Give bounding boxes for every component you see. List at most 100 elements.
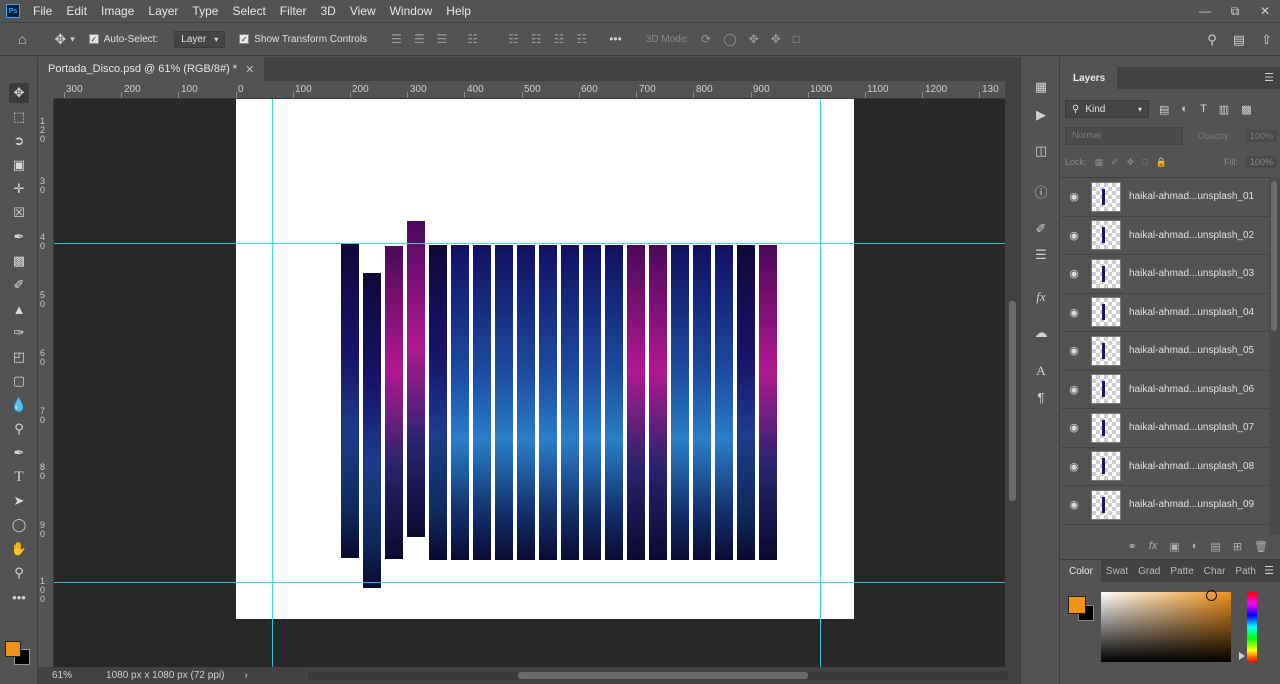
image-strip[interactable] [693,245,711,560]
tab-color[interactable]: Color [1061,560,1101,582]
blend-mode-dropdown[interactable]: Normal [1065,127,1183,145]
auto-select-option[interactable]: ✓ Auto-Select: [88,34,158,45]
move-tool-preset-icon[interactable]: ✥ [54,31,66,48]
image-strip[interactable] [561,245,579,560]
history-brush-tool-icon[interactable]: ✑ [9,323,29,343]
type-tool-icon[interactable]: T [9,467,29,487]
image-strip[interactable] [407,221,425,537]
show-transform-checkbox[interactable]: ✓ [239,34,250,44]
eye-icon[interactable]: ◉ [1061,190,1087,203]
image-strip[interactable] [517,245,535,560]
lock-pixels-icon[interactable]: ✐ [1111,157,1119,168]
guide-horizontal[interactable] [54,582,1005,583]
tab-gradients[interactable]: Grad [1133,560,1165,582]
eyedropper-tool-icon[interactable]: ✒ [9,227,29,247]
move-tool-icon[interactable]: ✥ [9,83,29,103]
image-strip[interactable] [451,245,469,560]
menu-3d[interactable]: 3D [313,0,342,22]
filter-type-icon[interactable]: T [1200,103,1207,116]
image-strip[interactable] [429,245,447,560]
eye-icon[interactable]: ◉ [1061,306,1087,319]
layer-row[interactable]: ◉ haikal-ahmad...unsplash_08 [1061,448,1269,486]
link-layers-icon[interactable]: ⚭ [1128,540,1137,553]
menu-layer[interactable]: Layer [141,0,185,22]
color-panel-foreground-swatch[interactable] [1068,596,1086,614]
vertical-ruler[interactable]: 1 2 0 3 0 4 0 5 0 6 0 7 0 8 0 9 0 1 0 0 [38,99,54,667]
add-mask-icon[interactable]: ▣ [1169,540,1179,553]
play-actions-icon[interactable]: ▶ [1031,105,1051,125]
tab-swatches[interactable]: Swat [1101,560,1133,582]
3d-scale-icon[interactable]: □ [793,32,800,46]
layer-row[interactable]: ◉ haikal-ahmad...unsplash_07 [1061,409,1269,448]
show-transform-option[interactable]: ✓ Show Transform Controls [239,34,367,45]
home-icon[interactable]: ⌂ [18,31,26,47]
stamp-tool-icon[interactable]: ▲ [9,299,29,319]
lasso-tool-icon[interactable]: ➲ [9,131,29,151]
menu-type[interactable]: Type [185,0,225,22]
image-strip[interactable] [671,245,689,560]
chevron-down-icon[interactable]: ▾ [70,34,75,45]
tab-patterns[interactable]: Patte [1165,560,1198,582]
image-strip[interactable] [605,245,623,560]
blur-tool-icon[interactable]: 💧 [9,395,29,415]
image-strip[interactable] [385,246,403,559]
brush-settings-icon[interactable]: ✐ [1031,219,1051,239]
eye-icon[interactable]: ◉ [1061,344,1087,357]
lock-transparency-icon[interactable]: ▦ [1095,157,1104,168]
layer-row[interactable]: ◉ haikal-ahmad...unsplash_04 [1061,294,1269,332]
foreground-color-swatch[interactable] [5,641,21,657]
align-right-icon[interactable]: ☰ [437,32,448,46]
path-select-tool-icon[interactable]: ➤ [9,491,29,511]
close-icon[interactable]: ✕ [245,63,254,76]
dodge-tool-icon[interactable]: ⚲ [9,419,29,439]
fill-value[interactable]: 100% [1245,156,1277,168]
menu-select[interactable]: Select [225,0,272,22]
tab-character[interactable]: Char [1199,560,1231,582]
canvas-area[interactable] [54,99,1005,667]
layer-row[interactable]: ◉ haikal-ahmad...unsplash_03 [1061,255,1269,294]
gradient-tool-icon[interactable]: ▢ [9,371,29,391]
guide-vertical[interactable] [272,99,273,667]
menu-window[interactable]: Window [383,0,440,22]
new-adjustment-icon[interactable]: ◐ [1192,540,1199,552]
adjustments-icon[interactable]: ☰ [1031,245,1051,265]
guide-horizontal[interactable] [54,243,1005,244]
image-strip[interactable] [649,245,667,560]
eye-icon[interactable]: ◉ [1061,498,1087,511]
align-middle-icon[interactable]: ☷ [531,32,542,46]
align-left-icon[interactable]: ☰ [391,32,402,46]
new-group-icon[interactable]: ▤ [1210,540,1220,553]
eye-icon[interactable]: ◉ [1061,460,1087,473]
tab-layers[interactable]: Layers [1061,67,1118,89]
scrollbar-thumb[interactable] [1009,301,1016,501]
tab-paths[interactable]: Path [1230,560,1261,582]
menu-view[interactable]: View [343,0,383,22]
workspace-icon[interactable]: ▤ [1233,32,1245,48]
hand-tool-icon[interactable]: ✋ [9,539,29,559]
search-icon[interactable]: ⚲ [1207,32,1217,48]
filter-adjustment-icon[interactable]: ◐ [1181,103,1188,116]
menu-help[interactable]: Help [439,0,478,22]
image-strip[interactable] [539,245,557,560]
document-tab[interactable]: Portada_Disco.psd @ 61% (RGB/8#) * ✕ [38,57,265,81]
object-select-tool-icon[interactable]: ▣ [9,155,29,175]
artboard[interactable] [236,99,854,619]
crop-tool-icon[interactable]: ✛ [9,179,29,199]
horizontal-ruler[interactable]: 300 200 100 0 100 200 300 400 500 600 70… [54,81,1005,99]
layer-row[interactable]: ◉ haikal-ahmad...unsplash_02 [1061,217,1269,255]
lock-all-icon[interactable]: 🔒 [1156,157,1167,168]
new-layer-icon[interactable]: ⊞ [1233,540,1242,553]
image-strip[interactable] [341,244,359,558]
scrollbar-thumb[interactable] [1271,181,1277,331]
minimize-icon[interactable]: — [1190,0,1220,22]
add-style-icon[interactable]: fx [1149,540,1158,552]
3d-pan-icon[interactable]: ✥ [749,32,759,46]
hue-slider[interactable] [1247,592,1257,662]
more-tools-icon[interactable]: ••• [9,587,29,607]
color-picker-field[interactable] [1101,592,1231,662]
chevron-right-icon[interactable]: › [244,670,247,681]
layer-row[interactable]: ◉ haikal-ahmad...unsplash_01 [1061,178,1269,217]
panel-menu-icon[interactable]: ☰ [1264,560,1274,582]
character-icon[interactable]: A [1031,361,1051,381]
delete-layer-icon[interactable]: 🗑 [1254,540,1268,553]
